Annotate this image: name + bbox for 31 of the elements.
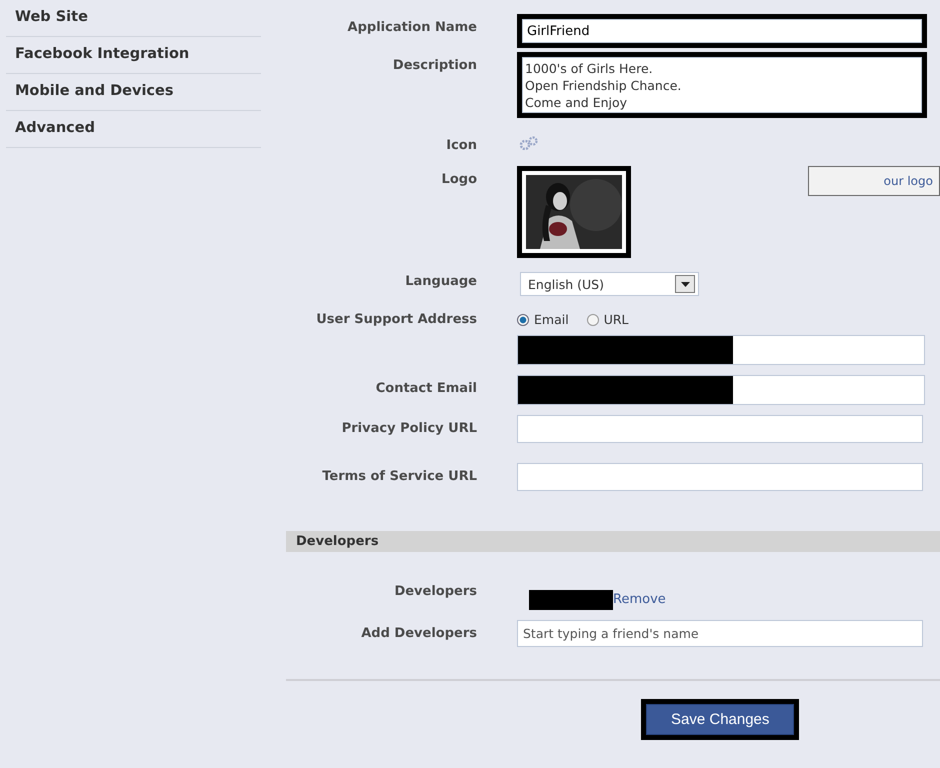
- radio-option[interactable]: URL: [586, 306, 628, 327]
- radio-option[interactable]: Email: [517, 306, 569, 327]
- gears-icon: [519, 136, 539, 150]
- sidebar-item[interactable]: Web Site: [6, 0, 261, 37]
- field-label: Language: [405, 273, 477, 289]
- text-field[interactable]: [517, 463, 923, 491]
- field-label: Developers: [394, 583, 477, 599]
- field-label: Icon: [446, 137, 477, 153]
- sidebar-item[interactable]: Mobile and Devices: [6, 74, 261, 111]
- dropdown-arrow-icon: [680, 282, 690, 286]
- field-label: Description: [392, 57, 477, 73]
- field-label: User Support Address: [316, 311, 477, 327]
- text-field[interactable]: [517, 335, 925, 365]
- text-field[interactable]: GirlFriend: [522, 19, 922, 43]
- field-label: Logo: [442, 171, 477, 187]
- text-field[interactable]: [517, 415, 923, 443]
- language-dropdown[interactable]: English (US): [520, 272, 699, 296]
- field-label: Terms of Service URL: [322, 468, 477, 484]
- change-logo-button[interactable]: our logo: [808, 166, 940, 196]
- field-label: Privacy Policy URL: [342, 420, 477, 436]
- field-label: Contact Email: [376, 380, 477, 396]
- field-label: Application Name: [348, 19, 477, 35]
- remove-link[interactable]: Remove: [613, 590, 666, 607]
- add-developers-field[interactable]: Start typing a friend's name: [517, 620, 923, 647]
- field-label: Add Developers: [361, 625, 477, 641]
- sidebar-item[interactable]: Advanced: [6, 111, 261, 148]
- save-changes-button[interactable]: Save Changes: [646, 704, 794, 735]
- section-header: Developers: [286, 531, 940, 552]
- sidebar-item[interactable]: Facebook Integration: [6, 37, 261, 74]
- description-field[interactable]: 1000's of Girls Here. Open Friendship Chance. Come and Enjoy: [522, 57, 922, 113]
- text-field[interactable]: [517, 375, 925, 405]
